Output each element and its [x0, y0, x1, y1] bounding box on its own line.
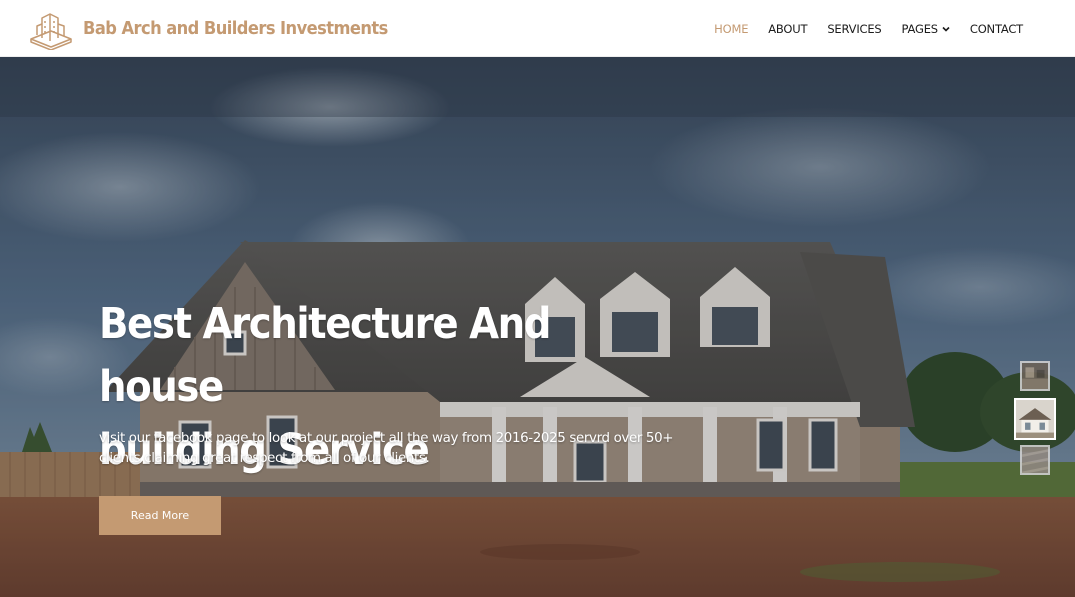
slider-thumbnails	[1014, 359, 1056, 479]
hero-description: visit our facebook page to look at our p…	[99, 431, 674, 466]
slide-thumbnail-3[interactable]	[1020, 445, 1050, 475]
building-logo-icon	[30, 13, 72, 50]
nav-home[interactable]: HOME	[714, 22, 748, 36]
chevron-down-icon	[942, 26, 950, 32]
texture-thumbnail-icon	[1022, 447, 1048, 473]
hero-title-line-1: Best Architecture And house	[99, 299, 551, 412]
house-thumbnail-icon	[1016, 400, 1054, 438]
brand-link[interactable]: Bab Arch and Builders Investments	[28, 8, 411, 50]
nav-contact[interactable]: CONTACT	[970, 22, 1023, 36]
brand-name: Bab Arch and Builders Investments	[83, 19, 388, 39]
slide-thumbnail-1[interactable]	[1020, 361, 1050, 391]
nav-services[interactable]: SERVICES	[827, 22, 881, 36]
hero-slider: Best Architecture And house building Ser…	[0, 57, 1075, 597]
site-header: Bab Arch and Builders Investments HOME A…	[0, 0, 1075, 57]
read-more-button[interactable]: Read More	[99, 496, 221, 535]
nav-pages[interactable]: PAGES	[902, 22, 950, 36]
nav-about[interactable]: ABOUT	[768, 22, 807, 36]
interior-thumbnail-icon	[1022, 363, 1048, 389]
main-nav: HOME ABOUT SERVICES PAGES CONTACT	[694, 0, 1023, 57]
slide-thumbnail-2[interactable]	[1014, 398, 1056, 440]
nav-pages-label: PAGES	[901, 21, 939, 36]
